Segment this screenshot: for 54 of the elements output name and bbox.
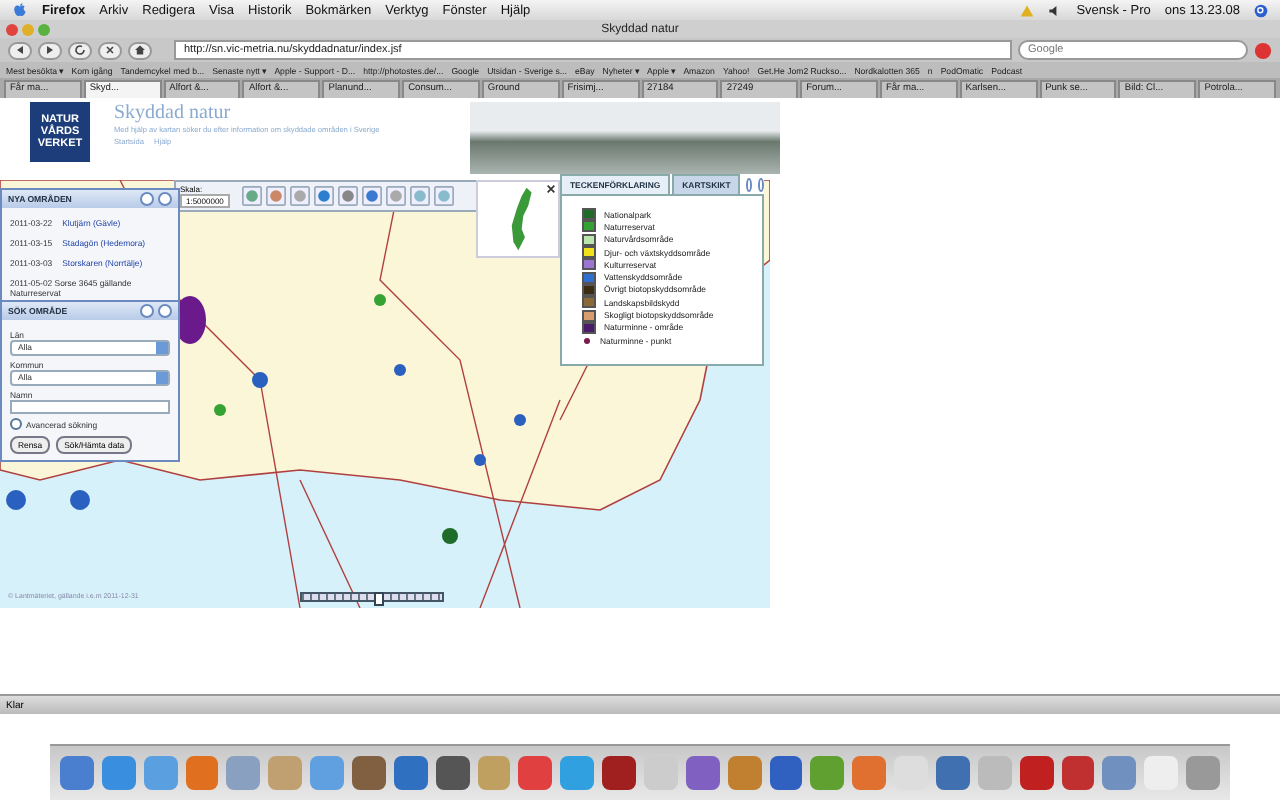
protected-area[interactable] xyxy=(252,372,268,388)
close-icon[interactable] xyxy=(546,184,556,194)
protected-area[interactable] xyxy=(514,414,526,426)
app-icon[interactable] xyxy=(518,756,553,790)
app-icon[interactable] xyxy=(769,756,803,790)
map-tool-icon[interactable] xyxy=(361,186,382,206)
input-field[interactable] xyxy=(10,400,170,414)
map-tool-icon[interactable] xyxy=(289,186,310,206)
map-tool-icon[interactable] xyxy=(337,186,358,206)
map-tool-icon[interactable] xyxy=(433,186,454,206)
app-icon[interactable] xyxy=(393,756,428,790)
zoom-slider[interactable] xyxy=(300,592,444,602)
forward-button[interactable] xyxy=(38,41,62,59)
zoom-slider-thumb[interactable] xyxy=(374,592,385,606)
house-icon xyxy=(134,44,146,56)
close-icon xyxy=(104,44,116,56)
app-icon[interactable] xyxy=(101,756,136,790)
protected-area[interactable] xyxy=(6,490,26,510)
close-window-button[interactable] xyxy=(6,23,18,35)
reload-icon xyxy=(74,44,86,56)
app-icon[interactable] xyxy=(185,756,219,790)
back-button[interactable] xyxy=(8,41,32,59)
app-icon[interactable] xyxy=(1061,756,1095,790)
map-tool-icon[interactable] xyxy=(409,186,430,206)
app-icon[interactable] xyxy=(1102,756,1137,790)
checkbox[interactable] xyxy=(10,418,22,430)
map-tool-icon[interactable] xyxy=(313,186,334,206)
protected-area[interactable] xyxy=(70,490,90,510)
app-icon[interactable] xyxy=(1019,756,1054,790)
overview-map[interactable] xyxy=(476,180,560,258)
protected-area[interactable] xyxy=(442,528,458,544)
back-arrow-icon xyxy=(14,44,26,56)
app-icon[interactable] xyxy=(602,756,637,790)
search-icon[interactable] xyxy=(1254,3,1268,17)
protected-area[interactable] xyxy=(394,364,406,376)
app-icon[interactable] xyxy=(352,756,386,790)
map-tool-icon[interactable] xyxy=(241,186,262,206)
addon-icon[interactable] xyxy=(1254,41,1272,59)
app-icon[interactable] xyxy=(852,756,887,790)
app-icon[interactable] xyxy=(60,756,94,790)
page-title: Skyddad natur xyxy=(114,102,233,124)
map-tool-icon[interactable] xyxy=(385,186,406,206)
home-button[interactable] xyxy=(128,41,152,59)
map-tool-icon[interactable] xyxy=(265,186,286,206)
app-icon[interactable] xyxy=(936,756,970,790)
apple-icon[interactable] xyxy=(12,2,28,18)
app-icon[interactable] xyxy=(727,756,762,790)
app-icon[interactable] xyxy=(810,756,845,790)
protected-area[interactable] xyxy=(474,454,486,466)
app-icon[interactable] xyxy=(685,756,720,790)
forward-arrow-icon xyxy=(44,44,56,56)
app-icon[interactable] xyxy=(435,756,470,790)
reload-button[interactable] xyxy=(68,41,92,59)
stop-button[interactable] xyxy=(98,41,122,59)
